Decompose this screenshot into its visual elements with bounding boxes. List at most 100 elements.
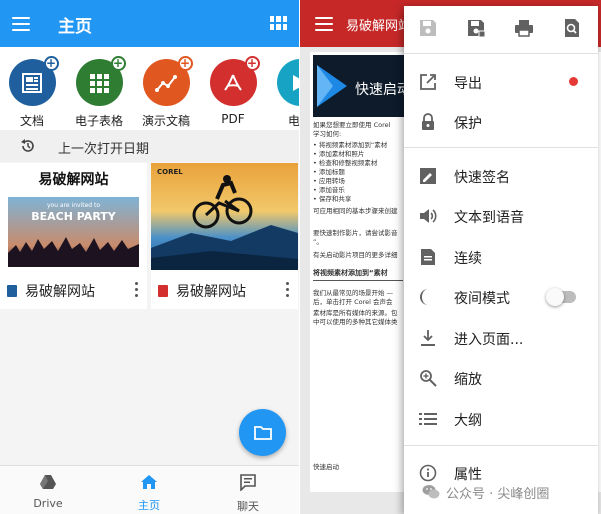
card-footer: 易破解网站 — [151, 275, 298, 305]
doc-type-label: 演示文稿 — [141, 114, 190, 128]
new-ebook-button[interactable]: 电子 — [268, 59, 299, 129]
nav-chat[interactable]: 聊天 — [218, 474, 278, 514]
plus-icon: + — [110, 56, 126, 71]
page-text-line: 中可以使用的多种其它媒体类 — [313, 318, 398, 326]
pdf-icon: + — [209, 56, 260, 106]
thumbnail-subtitle: you are invited to — [46, 202, 100, 209]
new-spreadsheet-button[interactable]: + 电子表格 — [67, 56, 131, 129]
plus-icon: + — [244, 56, 260, 71]
doc-type-label: 电子表格 — [74, 114, 123, 128]
more-options-icon[interactable] — [286, 282, 289, 300]
new-pdf-button[interactable]: + PDF — [201, 56, 265, 126]
file-name: 易破解网站 — [176, 284, 246, 300]
ebook-icon — [276, 59, 299, 106]
history-icon — [20, 138, 36, 158]
open-folder-button[interactable] — [239, 409, 286, 456]
plus-icon: + — [177, 56, 193, 71]
file-thumbnail: COREL — [151, 163, 298, 270]
menu-item-label: 大纲 — [454, 413, 482, 429]
beach-party-image: you are invited to BEACH PARTY — [8, 197, 139, 267]
menu-item-label: 导出 — [454, 76, 482, 92]
pdf-file-icon — [158, 285, 168, 297]
page-text-line: 有关启动影片项目的更多详细 — [313, 251, 398, 259]
menu-icon[interactable] — [315, 17, 333, 31]
info-icon — [418, 463, 438, 483]
menu-divider — [404, 445, 598, 446]
presentation-icon: + — [142, 56, 193, 106]
drive-icon — [40, 475, 56, 489]
page-text-line: • 保存和共享 — [313, 195, 352, 203]
chat-icon — [240, 474, 256, 492]
page-text-line: 要快速制作影片，请尝试影音 — [313, 229, 398, 237]
doc-type-label: PDF — [221, 112, 245, 126]
menu-item-outline[interactable]: 大纲 — [404, 399, 598, 439]
plus-icon: + — [43, 56, 59, 71]
menu-item-night-mode[interactable]: 夜间模式 — [404, 277, 598, 317]
menu-item-label: 连续 — [454, 251, 482, 267]
heading-rule — [313, 280, 403, 281]
page-footer: 快速启动 — [313, 463, 339, 471]
menu-item-quick-sign[interactable]: 快速签名 — [404, 156, 598, 196]
document-file-icon — [7, 285, 17, 297]
print-icon[interactable] — [514, 18, 534, 38]
menu-icon[interactable] — [12, 17, 30, 31]
home-icon — [141, 475, 157, 489]
menu-item-label: 快速签名 — [454, 170, 510, 186]
night-mode-toggle[interactable] — [546, 288, 576, 306]
bottom-navigation: Drive 主页 聊天 — [0, 465, 299, 514]
home-app-bar: 主页 — [0, 0, 299, 47]
page-text-line: ”。 — [313, 238, 323, 246]
export-icon — [418, 72, 438, 92]
outline-icon — [418, 409, 438, 429]
menu-item-text-to-speech[interactable]: 文本到语音 — [404, 196, 598, 236]
folder-icon — [253, 426, 272, 440]
menu-item-label: 缩放 — [454, 372, 482, 388]
menu-item-continuous[interactable]: 连续 — [404, 237, 598, 277]
doc-type-label: 文档 — [19, 114, 44, 128]
document-icon: + — [8, 56, 59, 106]
overflow-menu: 导出 保护 快速签名 文本到语音 连续 夜间模式 进入页面... 缩放 大纲 属… — [404, 6, 598, 514]
page-text-line: 后，单击打开 Corel 会声会 — [313, 298, 393, 306]
premium-badge — [569, 77, 578, 86]
page-title: 主页 — [58, 17, 92, 37]
nav-label: Drive — [33, 497, 63, 510]
menu-item-export[interactable]: 导出 — [404, 62, 598, 102]
document-title: 易破解网站 — [346, 19, 412, 34]
thumbnail-banner: BEACH PARTY — [31, 210, 116, 223]
nav-drive[interactable]: Drive — [18, 474, 78, 510]
wechat-icon — [422, 484, 440, 504]
menu-item-protect[interactable]: 保护 — [404, 102, 598, 142]
menu-item-label: 属性 — [454, 467, 482, 483]
menu-item-label: 夜间模式 — [454, 291, 510, 307]
new-presentation-button[interactable]: + 演示文稿 — [134, 56, 198, 129]
signature-icon — [418, 166, 438, 186]
more-options-icon[interactable] — [135, 282, 138, 300]
night-mode-icon — [418, 287, 438, 307]
nav-home[interactable]: 主页 — [119, 474, 179, 513]
new-document-button[interactable]: + 文档 — [0, 56, 64, 129]
continuous-page-icon — [418, 247, 438, 267]
nav-label: 主页 — [138, 499, 160, 512]
menu-item-go-to-page[interactable]: 进入页面... — [404, 318, 598, 358]
section-heading: 将视频素材添加到“素材 — [313, 269, 388, 277]
file-name: 易破解网站 — [25, 284, 95, 300]
menu-item-label: 进入页面... — [454, 332, 524, 348]
save-icon[interactable] — [418, 18, 438, 38]
file-thumbnail: 易破解网站 you are invited to BEACH PARTY — [0, 163, 147, 270]
find-in-document-icon[interactable] — [562, 18, 582, 38]
save-as-icon[interactable] — [466, 18, 486, 38]
zoom-icon — [418, 368, 438, 388]
card-footer: 易破解网站 — [0, 275, 147, 305]
doc-type-label: 电子 — [287, 114, 299, 128]
grid-view-icon[interactable] — [270, 16, 287, 30]
recent-sort-header[interactable]: 上一次打开日期 — [0, 130, 299, 162]
menu-divider — [404, 53, 598, 54]
thumbnail-title: 易破解网站 — [38, 172, 109, 188]
new-document-row: + 文档 + 电子表格 + 演示文稿 + PDF 电 — [0, 47, 299, 130]
menu-item-label: 保护 — [454, 116, 482, 132]
watermark: 公众号 · 尖峰创圈 — [412, 482, 592, 502]
recent-file-card[interactable]: 易破解网站 you are invited to BEACH PARTY 易破解… — [0, 163, 147, 309]
lock-icon — [418, 112, 438, 132]
menu-item-zoom[interactable]: 缩放 — [404, 358, 598, 398]
recent-file-card[interactable]: COREL 易破解网站 — [151, 163, 298, 309]
